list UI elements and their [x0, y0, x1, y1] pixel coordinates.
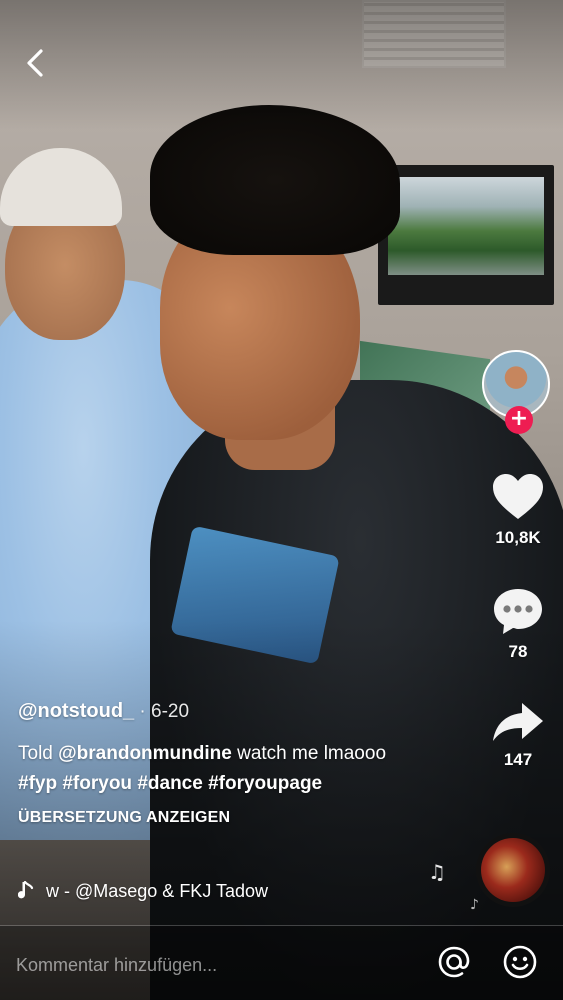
hashtag-foryoupage[interactable]: #foryoupage — [208, 773, 322, 794]
back-button[interactable] — [18, 44, 52, 82]
chevron-left-icon — [27, 49, 43, 77]
hashtag-dance[interactable]: #dance — [137, 773, 202, 794]
caption-mention[interactable]: @brandonmundine — [58, 743, 232, 764]
like-count: 10,8K — [495, 528, 541, 547]
hashtag-foryou[interactable]: #foryou — [62, 773, 132, 794]
hashtag-fyp[interactable]: #fyp — [18, 773, 57, 794]
music-note-icon — [18, 881, 34, 899]
mention-button[interactable] — [436, 944, 472, 980]
action-rail: + 10,8K 78 147 — [463, 350, 563, 770]
share-arrow-icon — [493, 703, 543, 741]
follow-plus-button[interactable]: + — [505, 406, 533, 434]
comment-count: 78 — [508, 642, 528, 661]
comment-button[interactable]: 78 — [491, 586, 545, 662]
share-button[interactable]: 147 — [491, 700, 545, 770]
caption-block: @notstoud_ · 6-20 Told @brandonmundine w… — [18, 700, 418, 827]
emoji-button[interactable] — [502, 944, 538, 980]
floating-note-small-icon: ♪ — [470, 897, 479, 913]
translate-button[interactable]: ÜBERSETZUNG ANZEIGEN — [18, 809, 418, 827]
like-button[interactable]: 10,8K — [491, 472, 545, 548]
music-disc-button[interactable] — [476, 833, 550, 907]
heart-icon — [493, 474, 543, 519]
floating-note-icon: ♫ — [428, 860, 446, 884]
author-line: @notstoud_ · 6-20 — [18, 700, 418, 723]
smiley-icon — [503, 945, 537, 979]
author-username[interactable]: @notstoud_ — [18, 700, 134, 722]
music-cover — [481, 838, 545, 902]
music-line[interactable]: w - @Masego & FKJ Tadow — [18, 878, 318, 904]
caption-text: Told @brandonmundine watch me lmaooo #fy… — [18, 739, 418, 799]
post-date: · 6-20 — [134, 701, 190, 722]
caption-middle: watch me lmaooo — [231, 743, 387, 764]
comment-bar — [0, 926, 563, 1000]
speech-bubble-icon — [494, 589, 542, 634]
at-sign-icon — [438, 946, 470, 978]
share-count: 147 — [503, 750, 533, 769]
music-title[interactable]: w - @Masego & FKJ Tadow — [46, 881, 316, 902]
wall-picture-frame — [378, 165, 554, 305]
comment-input[interactable] — [14, 948, 398, 982]
creator-avatar-button[interactable]: + — [482, 350, 554, 436]
caption-prefix: Told — [18, 743, 59, 764]
video-screen[interactable]: + 10,8K 78 147 @notstoud_ · 6-20 Told @b… — [0, 0, 563, 1000]
